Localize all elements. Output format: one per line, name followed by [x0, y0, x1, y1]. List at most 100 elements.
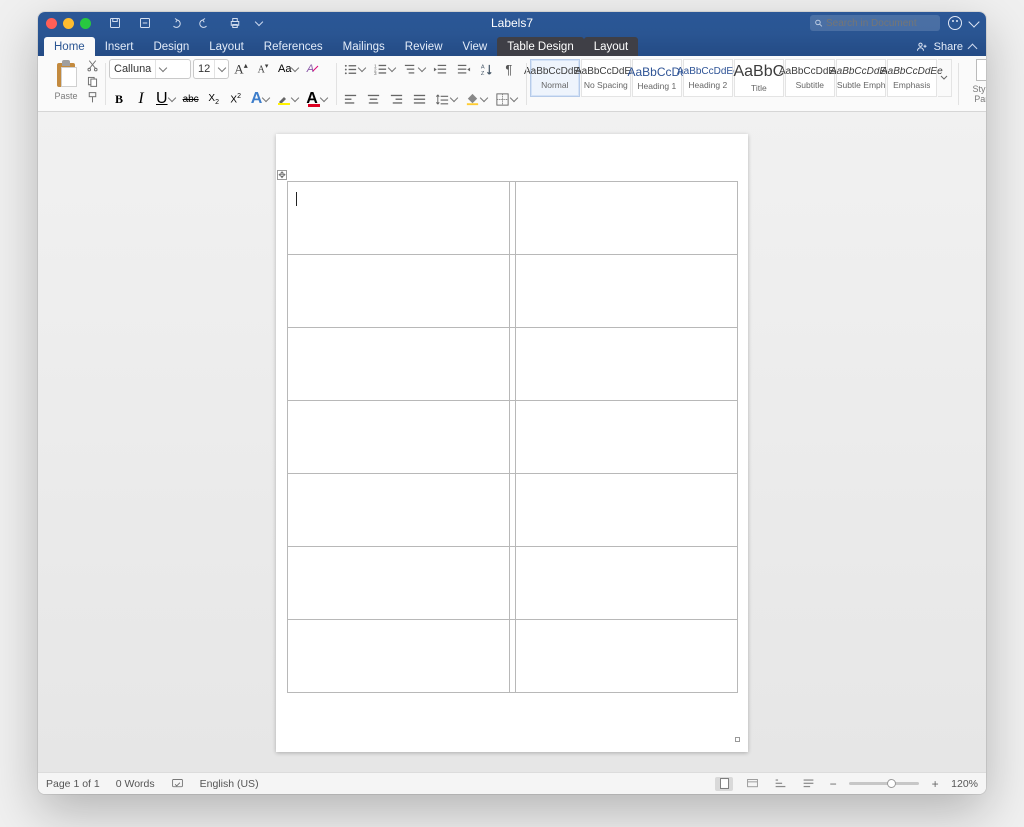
italic-button[interactable]: I — [131, 89, 151, 109]
numbering-button[interactable]: 123 — [370, 59, 398, 79]
view-outline-button[interactable] — [771, 777, 789, 791]
text-effects-button[interactable]: A — [248, 89, 273, 109]
font-color-button[interactable]: A — [303, 89, 330, 109]
table-cell[interactable] — [516, 474, 738, 547]
fullscreen-window-button[interactable] — [80, 18, 91, 29]
styles-pane-button[interactable]: Styles Pane — [966, 59, 986, 104]
justify-button[interactable] — [409, 89, 430, 109]
table-cell[interactable] — [288, 328, 510, 401]
tab-view[interactable]: View — [453, 37, 498, 56]
style-subtle-emph-[interactable]: AaBbCcDdEeSubtle Emph... — [836, 59, 886, 97]
superscript-button[interactable]: X2 — [226, 89, 246, 109]
table-resize-handle-icon[interactable] — [735, 737, 740, 742]
qat-caret-icon[interactable] — [255, 18, 263, 26]
sort-button[interactable]: AZ — [476, 59, 497, 79]
style-subtitle[interactable]: AaBbCcDdEeSubtitle — [785, 59, 835, 97]
document-scroll-area[interactable]: ✥ — [38, 112, 986, 772]
zoom-level[interactable]: 120% — [951, 778, 978, 790]
bullets-button[interactable] — [340, 59, 368, 79]
borders-button[interactable] — [492, 89, 520, 109]
table-cell[interactable] — [288, 182, 510, 255]
table-cell[interactable] — [516, 401, 738, 474]
table-cell[interactable] — [516, 328, 738, 401]
redo-button[interactable] — [195, 13, 215, 33]
format-painter-icon[interactable] — [86, 91, 99, 104]
multilevel-list-button[interactable] — [400, 59, 428, 79]
styles-gallery-more-button[interactable] — [938, 59, 952, 97]
status-word-count[interactable]: 0 Words — [116, 778, 155, 790]
decrease-font-size-button[interactable]: A▾ — [253, 59, 273, 79]
align-left-button[interactable] — [340, 89, 361, 109]
align-right-button[interactable] — [386, 89, 407, 109]
document-page[interactable]: ✥ — [276, 134, 748, 752]
strikethrough-button[interactable]: abc — [180, 89, 202, 109]
paste-button[interactable]: Paste — [48, 59, 84, 101]
tab-review[interactable]: Review — [395, 37, 453, 56]
close-window-button[interactable] — [46, 18, 57, 29]
undo-button[interactable] — [165, 13, 185, 33]
tab-layout[interactable]: Layout — [199, 37, 254, 56]
style-emphasis[interactable]: AaBbCcDdEeEmphasis — [887, 59, 937, 97]
table-move-handle-icon[interactable]: ✥ — [277, 170, 287, 180]
print-button[interactable] — [225, 13, 245, 33]
clear-formatting-button[interactable]: A — [303, 59, 323, 79]
increase-indent-button[interactable] — [453, 59, 474, 79]
change-case-button[interactable]: Aa — [275, 59, 301, 79]
search-input[interactable] — [826, 18, 936, 29]
share-button[interactable]: Share — [934, 41, 963, 53]
tab-table-design[interactable]: Table Design — [497, 37, 583, 56]
feedback-smile-icon[interactable] — [948, 16, 962, 30]
cut-icon[interactable] — [86, 59, 99, 72]
font-name-dropdown[interactable]: Calluna — [109, 59, 191, 79]
status-language[interactable]: English (US) — [200, 778, 259, 790]
table-cell[interactable] — [288, 474, 510, 547]
shading-button[interactable] — [462, 89, 490, 109]
underline-button[interactable]: U — [153, 89, 178, 109]
labels-table[interactable] — [287, 181, 738, 693]
style-heading-2[interactable]: AaBbCcDdEeHeading 2 — [683, 59, 733, 97]
save-button[interactable] — [105, 13, 125, 33]
status-page[interactable]: Page 1 of 1 — [46, 778, 100, 790]
tab-references[interactable]: References — [254, 37, 333, 56]
table-cell[interactable] — [516, 182, 738, 255]
tab-home[interactable]: Home — [44, 37, 95, 56]
bold-button[interactable]: B — [109, 89, 129, 109]
table-cell[interactable] — [288, 620, 510, 693]
search-document-field[interactable] — [810, 15, 940, 31]
tab-design[interactable]: Design — [143, 37, 199, 56]
style-title[interactable]: AaBbCTitle — [734, 59, 784, 97]
table-cell[interactable] — [288, 547, 510, 620]
table-cell[interactable] — [516, 547, 738, 620]
table-cell[interactable] — [288, 255, 510, 328]
table-cell[interactable] — [516, 255, 738, 328]
align-center-button[interactable] — [363, 89, 384, 109]
zoom-slider-knob[interactable] — [887, 779, 896, 788]
style-heading-1[interactable]: AaBbCcDcHeading 1 — [632, 59, 682, 97]
view-draft-button[interactable] — [799, 777, 817, 791]
font-size-dropdown[interactable]: 12 — [193, 59, 229, 79]
zoom-slider[interactable] — [849, 782, 919, 785]
decrease-indent-button[interactable] — [430, 59, 451, 79]
copy-icon[interactable] — [86, 75, 99, 88]
collapse-ribbon-icon[interactable] — [968, 44, 978, 54]
show-paragraph-marks-button[interactable]: ¶ — [499, 59, 519, 79]
spellcheck-icon[interactable] — [171, 777, 184, 790]
subscript-button[interactable]: X2 — [204, 89, 224, 109]
style-no-spacing[interactable]: AaBbCcDdEeNo Spacing — [581, 59, 631, 97]
tab-insert[interactable]: Insert — [95, 37, 144, 56]
table-cell[interactable] — [288, 401, 510, 474]
view-web-layout-button[interactable] — [743, 777, 761, 791]
highlight-button[interactable] — [274, 89, 301, 109]
zoom-in-button[interactable]: + — [929, 777, 941, 791]
zoom-out-button[interactable]: − — [827, 777, 839, 791]
table-cell[interactable] — [516, 620, 738, 693]
autosave-menu-button[interactable] — [135, 13, 155, 33]
minimize-window-button[interactable] — [63, 18, 74, 29]
titlebar-chevron-icon[interactable] — [968, 16, 979, 27]
tab-mailings[interactable]: Mailings — [333, 37, 395, 56]
tab-table-layout[interactable]: Layout — [584, 37, 639, 56]
view-print-layout-button[interactable] — [715, 777, 733, 791]
line-spacing-button[interactable] — [432, 89, 460, 109]
increase-font-size-button[interactable]: A▴ — [231, 59, 251, 79]
style-normal[interactable]: AaBbCcDdEeNormal — [530, 59, 580, 97]
